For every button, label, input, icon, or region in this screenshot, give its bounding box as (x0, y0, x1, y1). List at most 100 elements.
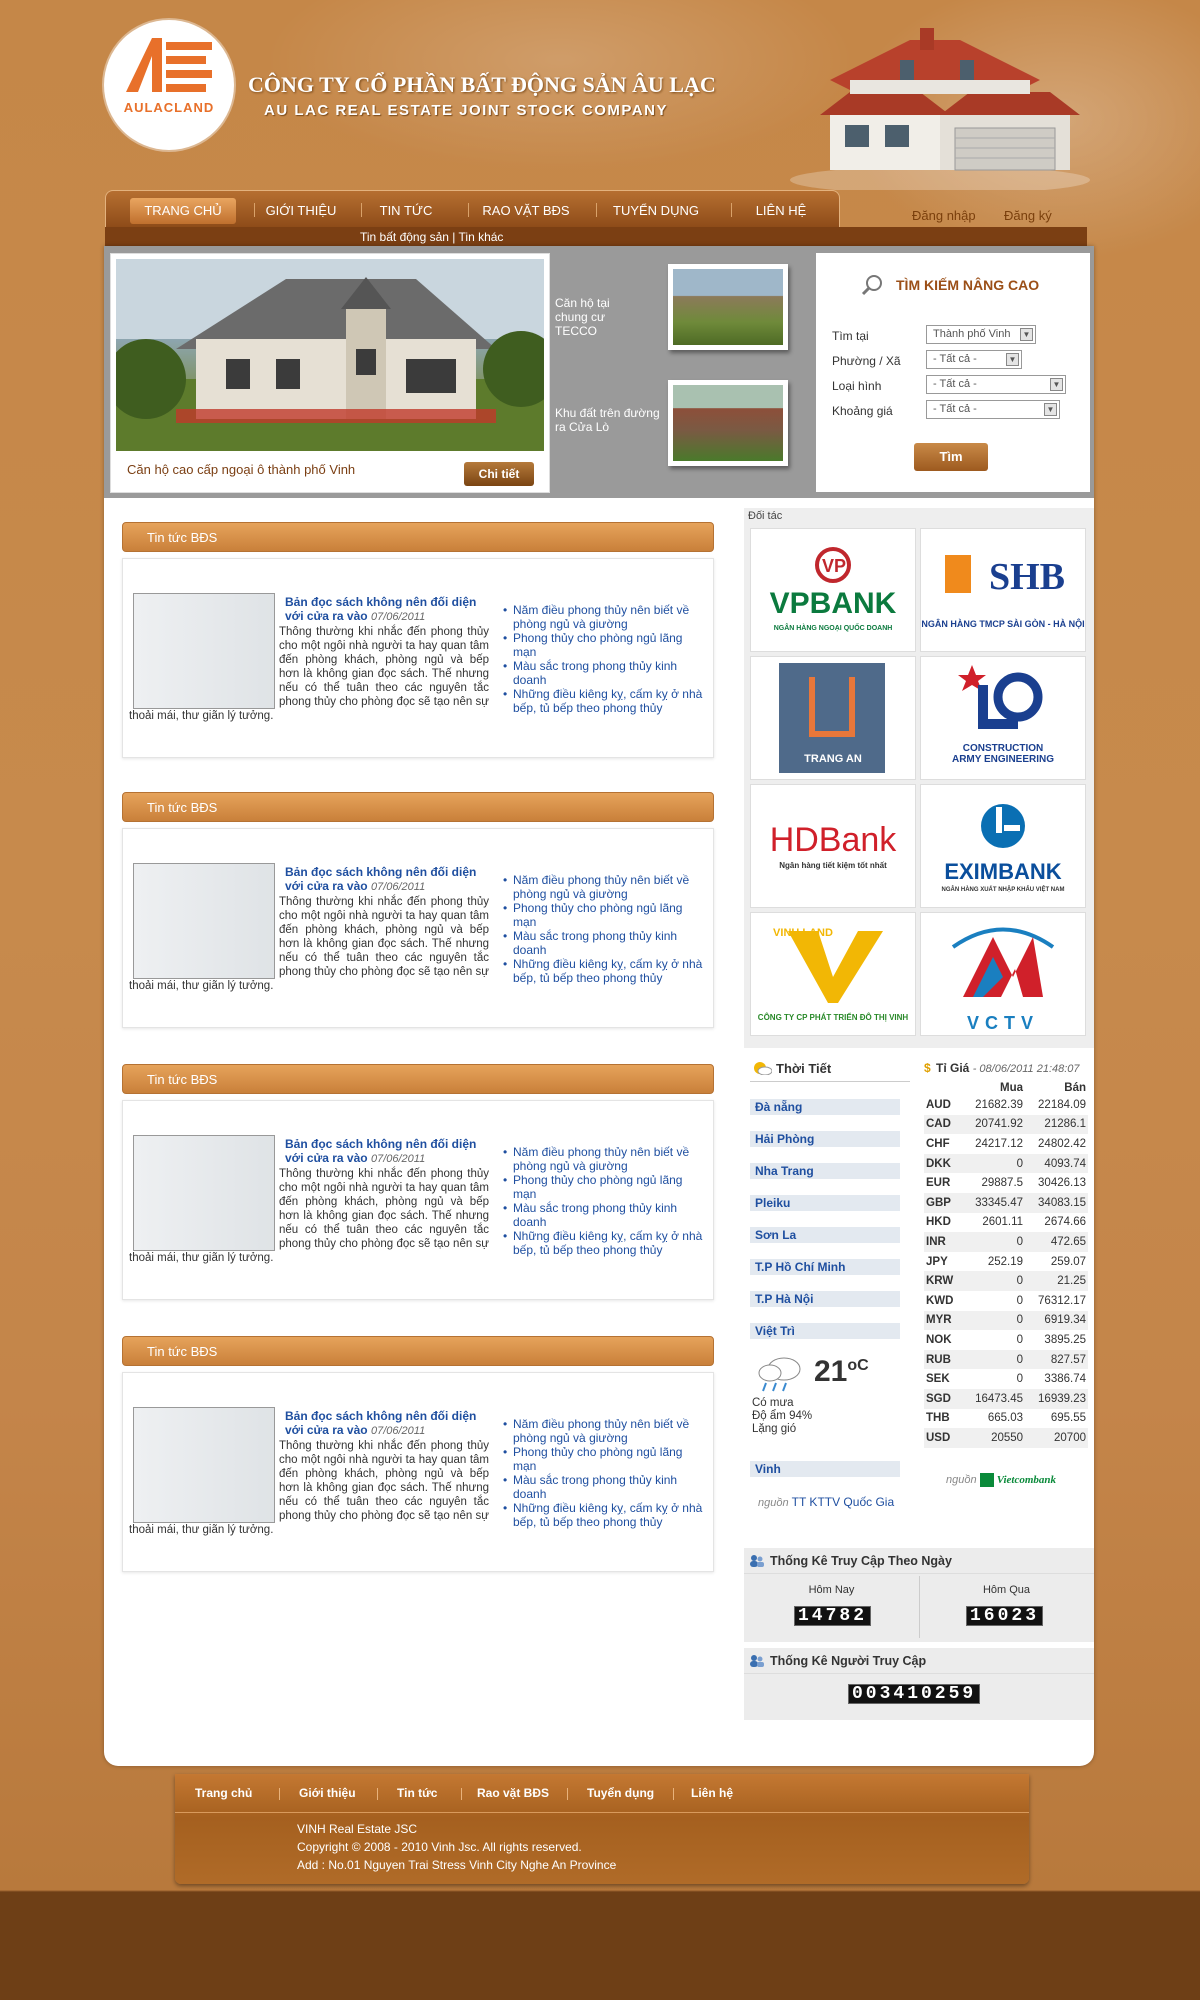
thumb-image[interactable] (668, 264, 788, 350)
buy-rate: 21682.39 (975, 1098, 1024, 1111)
footer-link-classifieds[interactable]: Rao vặt BĐS (477, 1786, 549, 1800)
related-link[interactable]: Màu sắc trong phong thủy kinh doanh (503, 929, 703, 957)
detail-button[interactable]: Chi tiết (464, 462, 534, 486)
featured-caption[interactable]: Căn hộ cao cấp ngoại ô thành phố Vinh (127, 462, 355, 477)
location-select[interactable]: Thành phố Vinh ▼ (926, 325, 1036, 344)
advanced-search: TÌM KIẾM NÂNG CAO Tìm tại Thành phố Vinh… (816, 253, 1090, 492)
news-title[interactable]: Bản đọc sách không nên đối diện với cửa … (285, 1137, 485, 1166)
partner-trangan[interactable]: TRANG AN (750, 656, 916, 780)
currency-code: EUR (926, 1177, 951, 1190)
logo[interactable]: AULACLAND (104, 20, 234, 150)
subnav-links[interactable]: Tin bất động sản | Tin khác (360, 230, 503, 244)
thumb-caption[interactable]: Căn hộ tại chung cư TECCO (555, 296, 630, 338)
partner-vpbank[interactable]: VP VPBANK NGÂN HÀNG NGOẠI QUỐC DOANH (750, 528, 916, 652)
related-link[interactable]: Những điều kiêng kỵ, cấm kỵ ở nhà bếp, t… (503, 1229, 703, 1257)
related-link[interactable]: Phong thủy cho phòng ngủ lãng mạn (503, 631, 703, 659)
weather-source-link[interactable]: TT KTTV Quốc Gia (792, 1495, 894, 1509)
news-section-title[interactable]: Tin tức BĐS (122, 1064, 714, 1094)
related-link[interactable]: Năm điều phong thủy nên biết về phòng ng… (503, 873, 703, 901)
related-links: Năm điều phong thủy nên biết về phòng ng… (503, 1417, 703, 1529)
weather-city[interactable]: Nha Trang (750, 1163, 900, 1179)
footer-address: Add : No.01 Nguyen Trai Stress Vinh City… (297, 1858, 617, 1872)
thumb-caption[interactable]: Khu đất trên đường ra Cửa Lò (555, 406, 665, 434)
weather-city[interactable]: Hải Phòng (750, 1131, 900, 1147)
price-select[interactable]: - Tất cả - ▼ (926, 400, 1060, 419)
weather-city[interactable]: Pleiku (750, 1195, 900, 1211)
footer-link-careers[interactable]: Tuyển dụng (587, 1786, 654, 1800)
chevron-down-icon: ▼ (1050, 378, 1063, 391)
partner-name: VPBANK (769, 587, 897, 620)
related-link[interactable]: Những điều kiêng kỵ, cấm kỵ ở nhà bếp, t… (503, 687, 703, 715)
register-link[interactable]: Đăng ký (1004, 208, 1052, 223)
partner-shb[interactable]: SHB NGÂN HÀNG TMCP SÀI GÒN - HÀ NỘI (920, 528, 1086, 652)
footer-link-home[interactable]: Trang chủ (195, 1786, 252, 1800)
rate-row: MYR 0 6919.34 (924, 1310, 1088, 1331)
vietcombank-link[interactable]: Vietcombank (997, 1474, 1056, 1486)
partner-vinhland[interactable]: VINH LAND CÔNG TY CP PHÁT TRIỂN ĐÔ THỊ V… (750, 912, 916, 1036)
news-title[interactable]: Bản đọc sách không nên đối diện với cửa … (285, 865, 485, 894)
weather-city[interactable]: T.P Hồ Chí Minh (750, 1259, 900, 1275)
ward-select[interactable]: - Tất cả - ▼ (926, 350, 1022, 369)
nav-news[interactable]: TIN TỨC (366, 198, 446, 224)
news-section-title[interactable]: Tin tức BĐS (122, 1336, 714, 1366)
construction-icon (958, 665, 1043, 729)
sell-rate: 259.07 (1050, 1255, 1086, 1268)
subnav-bar: Tin bất động sản | Tin khác (105, 227, 1087, 247)
footer-link-contact[interactable]: Liên hệ (691, 1786, 733, 1800)
related-link[interactable]: Màu sắc trong phong thủy kinh doanh (503, 1201, 703, 1229)
related-link[interactable]: Phong thủy cho phòng ngủ lãng mạn (503, 901, 703, 929)
currency-code: INR (924, 1232, 963, 1252)
partner-eximbank[interactable]: EXIMBANK NGÂN HÀNG XUẤT NHẬP KHẨU VIỆT N… (920, 784, 1086, 908)
partner-construction[interactable]: CONSTRUCTION ARMY ENGINEERING (920, 656, 1086, 780)
nav-classifieds[interactable]: RAO VẶT BĐS (471, 198, 581, 224)
related-link[interactable]: Màu sắc trong phong thủy kinh doanh (503, 1473, 703, 1501)
nav-home[interactable]: TRANG CHỦ (130, 198, 236, 224)
related-link[interactable]: Màu sắc trong phong thủy kinh doanh (503, 659, 703, 687)
news-section-title[interactable]: Tin tức BĐS (122, 792, 714, 822)
news-section-title[interactable]: Tin tức BĐS (122, 522, 714, 552)
related-link[interactable]: Phong thủy cho phòng ngủ lãng mạn (503, 1173, 703, 1201)
type-select[interactable]: - Tất cả - ▼ (926, 375, 1066, 394)
related-link[interactable]: Những điều kiêng kỵ, cấm kỵ ở nhà bếp, t… (503, 957, 703, 985)
currency-code: CAD (924, 1114, 963, 1135)
nav-about[interactable]: GIỚI THIỆU (256, 198, 346, 224)
vctv-icon (951, 927, 1055, 997)
buy-rate: 0 (962, 1310, 1026, 1331)
related-links: Năm điều phong thủy nên biết về phòng ng… (503, 603, 703, 715)
news-date: 07/06/2011 (370, 1425, 426, 1437)
news-title[interactable]: Bản đọc sách không nên đối diện với cửa … (285, 595, 485, 624)
nav-contact[interactable]: LIÊN HỆ (736, 198, 826, 224)
related-link[interactable]: Phong thủy cho phòng ngủ lãng mạn (503, 1445, 703, 1473)
news-title[interactable]: Bản đọc sách không nên đối diện với cửa … (285, 1409, 485, 1438)
sun-icon (754, 1062, 772, 1075)
weather-city-current[interactable]: Vinh (750, 1461, 900, 1477)
weather-widget: Thời Tiết Đà nẵng Hải Phòng Nha Trang Pl… (744, 1053, 919, 1543)
footer: Trang chủ Giới thiệu Tin tức Rao vặt BĐS… (175, 1774, 1029, 1884)
featured-photo[interactable] (116, 259, 544, 451)
weather-city[interactable]: Việt Trì (750, 1323, 900, 1339)
search-label-price: Khoảng giá (832, 404, 893, 418)
chevron-down-icon: ▼ (1020, 328, 1033, 341)
footer-link-about[interactable]: Giới thiệu (299, 1786, 356, 1800)
related-link[interactable]: Năm điều phong thủy nên biết về phòng ng… (503, 603, 703, 631)
nav-careers[interactable]: TUYỂN DỤNG (601, 198, 711, 224)
partner-hdbank[interactable]: HDBank Ngân hàng tiết kiệm tốt nhất (750, 784, 916, 908)
related-link[interactable]: Năm điều phong thủy nên biết về phòng ng… (503, 1145, 703, 1173)
footer-link-news[interactable]: Tin tức (397, 1786, 437, 1800)
related-link[interactable]: Những điều kiêng kỵ, cấm kỵ ở nhà bếp, t… (503, 1501, 703, 1529)
partner-name: CONSTRUCTION ARMY ENGINEERING (951, 743, 1055, 765)
login-link[interactable]: Đăng nhập (912, 208, 976, 223)
nav-divider (731, 203, 732, 217)
news-section: Tin tức BĐS Bản đọc sách không nên đối d… (122, 1064, 714, 1329)
weather-city[interactable]: Sơn La (750, 1227, 900, 1243)
rate-row: DKK 0 4093.74 (924, 1153, 1088, 1174)
search-button[interactable]: Tìm (914, 443, 988, 471)
partner-vctv[interactable]: VCTV (920, 912, 1086, 1036)
weather-city[interactable]: T.P Hà Nội (750, 1291, 900, 1307)
weather-condition: Có mưa (752, 1397, 794, 1409)
weather-city[interactable]: Đà nẵng (750, 1099, 900, 1115)
yesterday-counter: 16023 (966, 1606, 1044, 1626)
thumb-image[interactable] (668, 380, 788, 466)
dollar-icon: $ (924, 1061, 931, 1075)
related-link[interactable]: Năm điều phong thủy nên biết về phòng ng… (503, 1417, 703, 1445)
